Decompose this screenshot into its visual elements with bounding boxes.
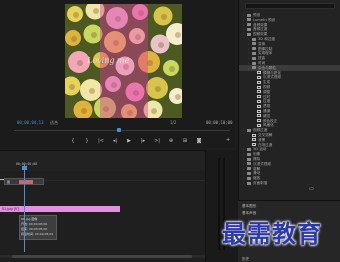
- monitor-scrub-bar[interactable]: [14, 128, 230, 134]
- current-timecode[interactable]: 00;00;04;13: [17, 120, 44, 125]
- insert-icon[interactable]: ⊕: [168, 138, 174, 144]
- effects-tree-item[interactable]: › 页面剥落: [239, 180, 340, 186]
- essential-graphics-tab[interactable]: 基本图形: [242, 204, 256, 209]
- rose-center: [175, 32, 181, 38]
- timeline-scrollbar[interactable]: [0, 255, 205, 258]
- rose-center: [81, 108, 87, 114]
- meter-left: [218, 158, 220, 250]
- mark-out-icon[interactable]: }: [84, 138, 90, 144]
- rose-center: [151, 108, 157, 114]
- clip-marker: [19, 180, 33, 184]
- rose-center: [93, 8, 99, 14]
- watermark-logo: 最需教育: [222, 219, 322, 248]
- mark-in-icon[interactable]: {: [70, 138, 76, 144]
- scrub-track[interactable]: [14, 130, 230, 131]
- step-back-icon[interactable]: ◂|: [112, 138, 118, 144]
- transport-controls: { } |< ◂| ▶ |▸ >| ⊕ ⊞ ◙: [70, 137, 202, 145]
- rose-center: [77, 60, 83, 66]
- rose-center: [89, 88, 95, 94]
- zoom-level-select[interactable]: 适合: [50, 120, 58, 126]
- rose-center: [155, 86, 161, 92]
- plus-icon[interactable]: +: [226, 137, 230, 143]
- rose-center: [91, 32, 97, 38]
- timeline-playhead-handle[interactable]: [22, 166, 27, 170]
- play-icon[interactable]: ▶: [126, 138, 132, 144]
- timeline-playhead-line[interactable]: [24, 164, 25, 252]
- new-bin-icon[interactable]: ▭: [309, 186, 314, 192]
- scrollbar-thumb[interactable]: [12, 255, 192, 258]
- go-to-out-icon[interactable]: >|: [154, 138, 160, 144]
- overwrite-icon[interactable]: ⊞: [182, 138, 188, 144]
- tooltip-line: 持续时间: 00;00;05;01: [21, 232, 54, 236]
- clip-label: 图: [7, 180, 11, 184]
- program-monitor: Loving me 00;00;04;13 适合 1/2 00;00;10;00…: [0, 0, 235, 148]
- export-frame-icon[interactable]: ◙: [196, 138, 202, 144]
- playhead-handle[interactable]: [117, 128, 121, 132]
- rose-center: [71, 36, 77, 42]
- rose-center: [69, 84, 75, 90]
- timeline-panel: 00;00;05;00 图 01.jpg [V] 01.jpg 图像 开始: 0…: [0, 150, 205, 262]
- time-ruler[interactable]: 00;00;05;00: [0, 151, 205, 171]
- rose-center: [161, 14, 167, 20]
- go-to-in-icon[interactable]: |<: [98, 138, 104, 144]
- effects-tree-label: 页面剥落: [253, 181, 268, 185]
- step-forward-icon[interactable]: |▸: [140, 138, 146, 144]
- history-tab[interactable]: 历史: [242, 257, 249, 262]
- effects-search-input[interactable]: [245, 3, 335, 9]
- video-frame[interactable]: Loving me: [65, 4, 182, 118]
- rose-center: [158, 42, 164, 48]
- duration-timecode: 00;00;10;00: [206, 120, 233, 125]
- clip-label: 01.jpg [V]: [2, 207, 19, 211]
- rose-center: [175, 94, 181, 100]
- effects-panel: › 预设 › Lumetri 预设 › 音频效果 › 音频过渡 › 视频效果 › 3D 和过渡 › 变换 ›…: [238, 0, 340, 200]
- rose-center: [169, 66, 175, 72]
- folder-icon: [247, 181, 251, 185]
- frame-caption: Loving me: [87, 56, 130, 65]
- resolution-select[interactable]: 1/2: [170, 120, 176, 125]
- timeline-clip-pink[interactable]: 01.jpg [V]: [0, 206, 120, 212]
- rose-center: [73, 12, 79, 18]
